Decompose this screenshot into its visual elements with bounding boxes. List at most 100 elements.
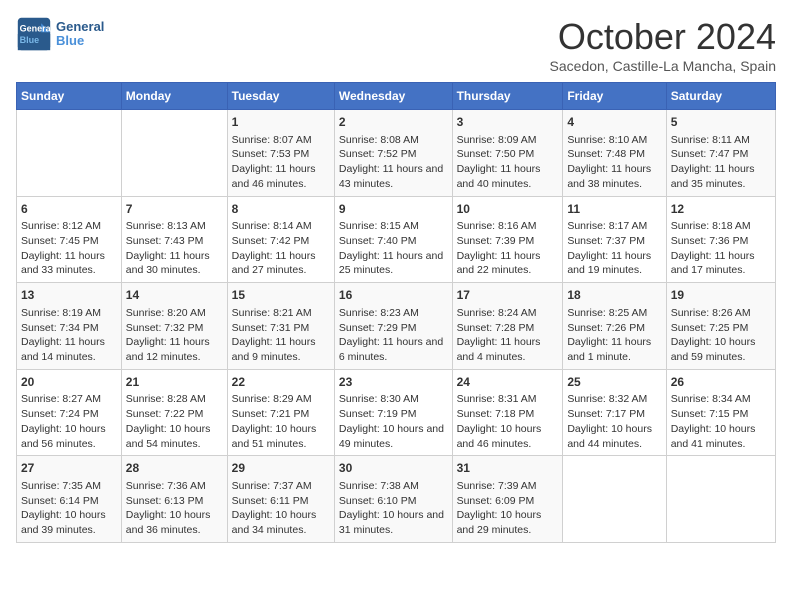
day-info: Sunrise: 8:27 AMSunset: 7:24 PMDaylight:…	[21, 392, 117, 451]
day-number: 27	[21, 460, 117, 477]
week-row-0: 1Sunrise: 8:07 AMSunset: 7:53 PMDaylight…	[17, 110, 776, 197]
calendar-cell: 16 Sunrise: 8:23 AMSunset: 7:29 PMDayligh…	[334, 283, 452, 370]
header-sunday: Sunday	[17, 83, 122, 110]
logo-icon: General Blue	[16, 16, 52, 52]
day-info: Sunrise: 8:09 AMSunset: 7:50 PMDaylight:…	[457, 133, 559, 192]
header-friday: Friday	[563, 83, 666, 110]
day-info: Sunrise: 8:31 AMSunset: 7:18 PMDaylight:…	[457, 392, 559, 451]
day-number: 3	[457, 114, 559, 131]
calendar-cell: 28 Sunrise: 7:36 AMSunset: 6:13 PMDayligh…	[121, 456, 227, 543]
calendar-cell: 7Sunrise: 8:13 AMSunset: 7:43 PMDaylight…	[121, 196, 227, 283]
calendar-cell: 11Sunrise: 8:17 AMSunset: 7:37 PMDayligh…	[563, 196, 666, 283]
calendar-cell: 13 Sunrise: 8:19 AMSunset: 7:34 PMDayligh…	[17, 283, 122, 370]
day-number: 8	[232, 201, 330, 218]
day-info: Sunrise: 8:14 AMSunset: 7:42 PMDaylight:…	[232, 219, 330, 278]
day-number: 18	[567, 287, 661, 304]
calendar-cell: 25Sunrise: 8:32 AMSunset: 7:17 PMDayligh…	[563, 369, 666, 456]
day-info: Sunrise: 7:39 AMSunset: 6:09 PMDaylight:…	[457, 479, 559, 538]
calendar-cell: 4 Sunrise: 8:10 AMSunset: 7:48 PMDaylight…	[563, 110, 666, 197]
day-number: 31	[457, 460, 559, 477]
day-info: Sunrise: 7:37 AMSunset: 6:11 PMDaylight:…	[232, 479, 330, 538]
day-number: 29	[232, 460, 330, 477]
calendar-cell: 3 Sunrise: 8:09 AMSunset: 7:50 PMDaylight…	[452, 110, 563, 197]
calendar-cell: 10Sunrise: 8:16 AMSunset: 7:39 PMDayligh…	[452, 196, 563, 283]
calendar-title: October 2024	[550, 16, 776, 58]
day-info: Sunrise: 8:34 AMSunset: 7:15 PMDaylight:…	[671, 392, 771, 451]
header-thursday: Thursday	[452, 83, 563, 110]
day-info: Sunrise: 7:36 AMSunset: 6:13 PMDaylight:…	[126, 479, 223, 538]
day-number: 11	[567, 201, 661, 218]
calendar-cell: 9Sunrise: 8:15 AMSunset: 7:40 PMDaylight…	[334, 196, 452, 283]
day-info: Sunrise: 8:28 AMSunset: 7:22 PMDaylight:…	[126, 392, 223, 451]
days-header-row: SundayMondayTuesdayWednesdayThursdayFrid…	[17, 83, 776, 110]
day-number: 9	[339, 201, 448, 218]
day-number: 22	[232, 374, 330, 391]
calendar-cell: 27 Sunrise: 7:35 AMSunset: 6:14 PMDayligh…	[17, 456, 122, 543]
logo: General Blue General Blue	[16, 16, 104, 52]
page-header: General Blue General Blue October 2024 S…	[16, 16, 776, 74]
calendar-cell	[563, 456, 666, 543]
week-row-2: 13 Sunrise: 8:19 AMSunset: 7:34 PMDayligh…	[17, 283, 776, 370]
day-number: 17	[457, 287, 559, 304]
day-info: Sunrise: 8:10 AMSunset: 7:48 PMDaylight:…	[567, 133, 661, 192]
calendar-cell: 29 Sunrise: 7:37 AMSunset: 6:11 PMDayligh…	[227, 456, 334, 543]
day-number: 4	[567, 114, 661, 131]
day-number: 14	[126, 287, 223, 304]
day-number: 21	[126, 374, 223, 391]
logo-line1: General	[56, 20, 104, 34]
calendar-cell: 18 Sunrise: 8:25 AMSunset: 7:26 PMDayligh…	[563, 283, 666, 370]
day-number: 26	[671, 374, 771, 391]
day-number: 12	[671, 201, 771, 218]
calendar-cell: 2Sunrise: 8:08 AMSunset: 7:52 PMDaylight…	[334, 110, 452, 197]
week-row-1: 6Sunrise: 8:12 AMSunset: 7:45 PMDaylight…	[17, 196, 776, 283]
title-block: October 2024 Sacedon, Castille-La Mancha…	[550, 16, 776, 74]
day-number: 25	[567, 374, 661, 391]
day-number: 1	[232, 114, 330, 131]
day-info: Sunrise: 7:35 AMSunset: 6:14 PMDaylight:…	[21, 479, 117, 538]
day-info: Sunrise: 8:17 AMSunset: 7:37 PMDaylight:…	[567, 219, 661, 278]
calendar-cell: 1Sunrise: 8:07 AMSunset: 7:53 PMDaylight…	[227, 110, 334, 197]
day-number: 2	[339, 114, 448, 131]
day-number: 28	[126, 460, 223, 477]
header-wednesday: Wednesday	[334, 83, 452, 110]
day-info: Sunrise: 8:11 AMSunset: 7:47 PMDaylight:…	[671, 133, 771, 192]
calendar-cell: 30Sunrise: 7:38 AMSunset: 6:10 PMDayligh…	[334, 456, 452, 543]
day-info: Sunrise: 8:18 AMSunset: 7:36 PMDaylight:…	[671, 219, 771, 278]
calendar-cell: 12Sunrise: 8:18 AMSunset: 7:36 PMDayligh…	[666, 196, 775, 283]
calendar-cell: 17 Sunrise: 8:24 AMSunset: 7:28 PMDayligh…	[452, 283, 563, 370]
calendar-cell: 20Sunrise: 8:27 AMSunset: 7:24 PMDayligh…	[17, 369, 122, 456]
day-info: Sunrise: 7:38 AMSunset: 6:10 PMDaylight:…	[339, 479, 448, 538]
day-number: 23	[339, 374, 448, 391]
calendar-cell: 22Sunrise: 8:29 AMSunset: 7:21 PMDayligh…	[227, 369, 334, 456]
header-tuesday: Tuesday	[227, 83, 334, 110]
logo-line2: Blue	[56, 34, 104, 48]
day-info: Sunrise: 8:21 AMSunset: 7:31 PMDaylight:…	[232, 306, 330, 365]
calendar-cell: 21Sunrise: 8:28 AMSunset: 7:22 PMDayligh…	[121, 369, 227, 456]
day-number: 7	[126, 201, 223, 218]
day-info: Sunrise: 8:12 AMSunset: 7:45 PMDaylight:…	[21, 219, 117, 278]
day-info: Sunrise: 8:24 AMSunset: 7:28 PMDaylight:…	[457, 306, 559, 365]
calendar-cell: 14 Sunrise: 8:20 AMSunset: 7:32 PMDayligh…	[121, 283, 227, 370]
day-info: Sunrise: 8:13 AMSunset: 7:43 PMDaylight:…	[126, 219, 223, 278]
calendar-cell: 15Sunrise: 8:21 AMSunset: 7:31 PMDayligh…	[227, 283, 334, 370]
day-info: Sunrise: 8:25 AMSunset: 7:26 PMDaylight:…	[567, 306, 661, 365]
day-number: 19	[671, 287, 771, 304]
week-row-3: 20Sunrise: 8:27 AMSunset: 7:24 PMDayligh…	[17, 369, 776, 456]
calendar-cell	[17, 110, 122, 197]
day-info: Sunrise: 8:32 AMSunset: 7:17 PMDaylight:…	[567, 392, 661, 451]
svg-text:General: General	[20, 23, 52, 33]
calendar-cell	[121, 110, 227, 197]
day-info: Sunrise: 8:20 AMSunset: 7:32 PMDaylight:…	[126, 306, 223, 365]
day-number: 24	[457, 374, 559, 391]
header-saturday: Saturday	[666, 83, 775, 110]
calendar-cell: 31 Sunrise: 7:39 AMSunset: 6:09 PMDayligh…	[452, 456, 563, 543]
day-number: 5	[671, 114, 771, 131]
week-row-4: 27 Sunrise: 7:35 AMSunset: 6:14 PMDayligh…	[17, 456, 776, 543]
day-number: 16	[339, 287, 448, 304]
day-number: 13	[21, 287, 117, 304]
day-info: Sunrise: 8:23 AMSunset: 7:29 PMDaylight:…	[339, 306, 448, 365]
calendar-cell: 26Sunrise: 8:34 AMSunset: 7:15 PMDayligh…	[666, 369, 775, 456]
calendar-cell: 19Sunrise: 8:26 AMSunset: 7:25 PMDayligh…	[666, 283, 775, 370]
calendar-subtitle: Sacedon, Castille-La Mancha, Spain	[550, 58, 776, 74]
day-info: Sunrise: 8:19 AMSunset: 7:34 PMDaylight:…	[21, 306, 117, 365]
